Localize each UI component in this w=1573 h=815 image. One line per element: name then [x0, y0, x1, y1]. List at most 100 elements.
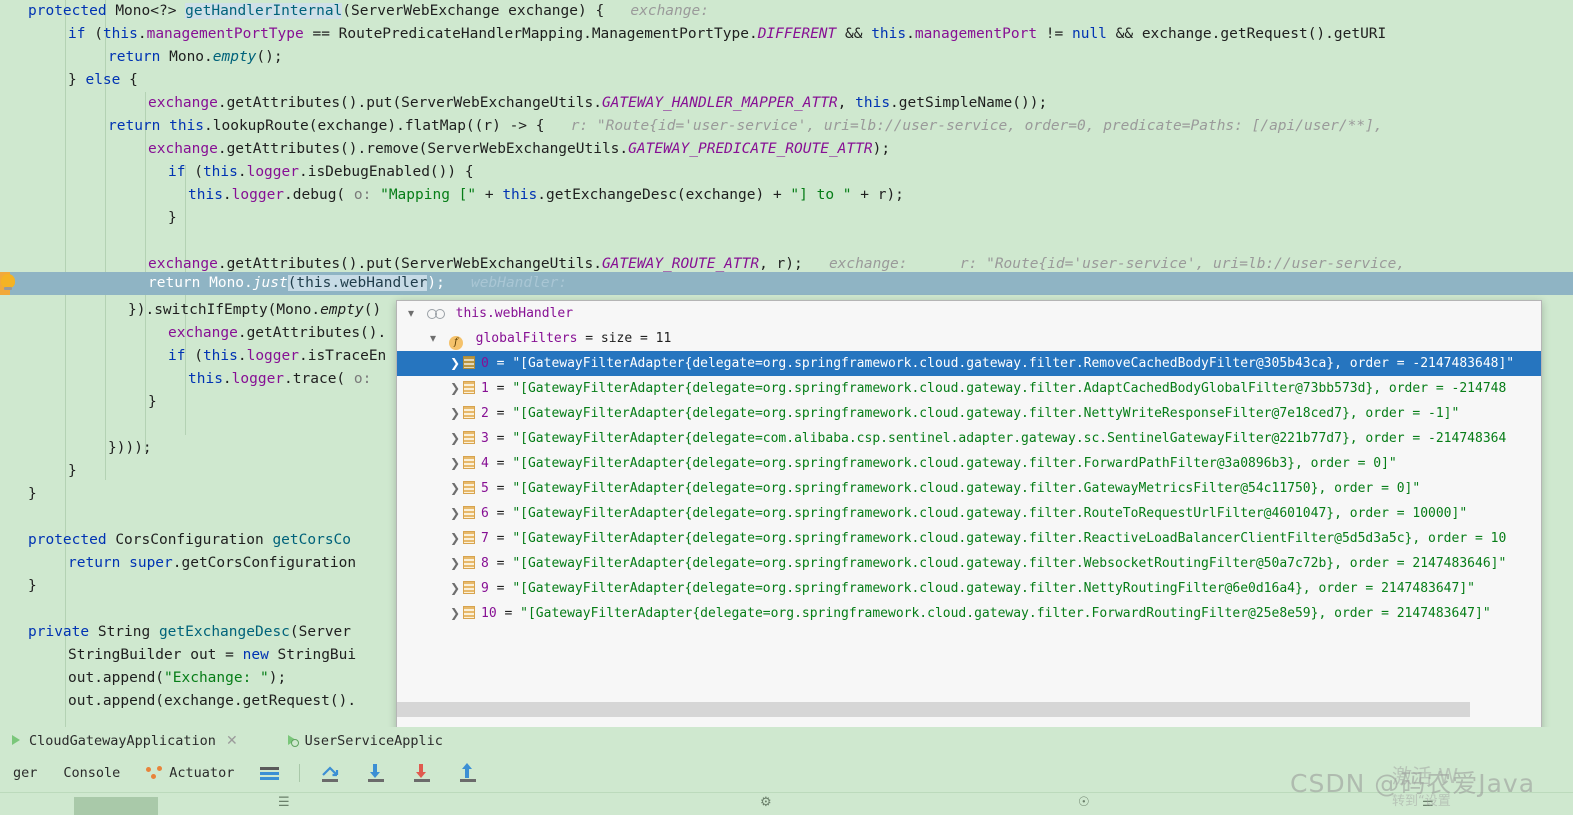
filter-value: "[GatewayFilterAdapter{delegate=org.spri…	[512, 456, 1397, 471]
tree-row-filter[interactable]: ❯ 4 = "[GatewayFilterAdapter{delegate=org…	[397, 451, 1541, 476]
run-tab-cloud-gateway[interactable]: CloudGatewayApplication ✕	[0, 733, 248, 749]
chevron-right-icon[interactable]: ❯	[447, 426, 463, 451]
toolbar-divider	[299, 764, 301, 782]
tree-row-filter[interactable]: ❯ 8 = "[GatewayFilterAdapter{delegate=org…	[397, 551, 1541, 576]
force-step-into-button[interactable]	[399, 764, 445, 782]
filter-equals: =	[488, 406, 513, 421]
popup-horizontal-scrollbar[interactable]	[397, 699, 1541, 720]
filter-equals: =	[488, 556, 513, 571]
code-line: }	[168, 210, 177, 226]
indent-guide	[65, 0, 66, 727]
field-name: globalFilters	[475, 331, 578, 346]
tree-row-filter[interactable]: ❯ 6 = "[GatewayFilterAdapter{delegate=org…	[397, 501, 1541, 526]
code-token: return	[148, 275, 210, 291]
tree-row-root[interactable]: ▾ this.webHandler	[397, 301, 1541, 326]
array-element-icon	[463, 531, 475, 544]
code-line: return super.getCorsConfiguration	[68, 555, 357, 571]
code-line: exchange.getAttributes().remove(ServerWe…	[148, 141, 891, 157]
code-line: out.append(exchange.getRequest().	[68, 693, 357, 709]
variable-inspect-popup[interactable]: ▾ this.webHandler ▾ f globalFilters = si…	[396, 300, 1542, 737]
intention-bulb-icon[interactable]	[1, 274, 15, 290]
debug-toolbar[interactable]: ger Console Actuator	[0, 754, 1573, 792]
tree-row-globalfilters[interactable]: ▾ f globalFilters = size = 11	[397, 326, 1541, 351]
code-line: }	[68, 463, 77, 479]
chevron-right-icon[interactable]: ❯	[447, 451, 463, 476]
actuator-icon	[146, 766, 163, 780]
filter-equals: =	[488, 381, 513, 396]
chevron-right-icon[interactable]: ❯	[447, 376, 463, 401]
array-element-icon	[463, 381, 475, 394]
chevron-right-icon[interactable]: ❯	[447, 501, 463, 526]
chevron-right-icon[interactable]: ❯	[447, 551, 463, 576]
tree-row-filter[interactable]: ❯ 9 = "[GatewayFilterAdapter{delegate=org…	[397, 576, 1541, 601]
code-line: }	[148, 394, 157, 410]
field-equals: =	[585, 331, 594, 346]
code-token: just	[252, 275, 288, 291]
filter-equals: =	[488, 506, 513, 521]
chevron-right-icon[interactable]: ❯	[447, 576, 463, 601]
filter-value: "[GatewayFilterAdapter{delegate=org.spri…	[512, 356, 1515, 371]
status-glyph-2: ⚙	[760, 795, 772, 810]
code-line: StringBuilder out = new StringBui	[68, 647, 357, 663]
filter-index: 10	[481, 606, 497, 621]
step-out-button[interactable]	[445, 763, 491, 782]
code-line: } else {	[68, 72, 138, 88]
filter-value: "[GatewayFilterAdapter{delegate=org.spri…	[512, 481, 1421, 496]
tree-row-filter[interactable]: ❯ 0 = "[GatewayFilterAdapter{delegate=org…	[397, 351, 1541, 376]
chevron-down-icon[interactable]: ▾	[403, 301, 419, 326]
filter-value: "[GatewayFilterAdapter{delegate=org.spri…	[512, 506, 1468, 521]
tree-row-filter[interactable]: ❯ 2 = "[GatewayFilterAdapter{delegate=org…	[397, 401, 1541, 426]
code-token: webHandler:	[444, 275, 568, 291]
code-line: exchange.getAttributes().	[168, 325, 387, 341]
close-icon[interactable]: ✕	[222, 733, 238, 749]
step-over-button[interactable]	[307, 764, 353, 782]
code-line: exchange.getAttributes().put(ServerWebEx…	[148, 95, 1048, 111]
chevron-right-icon[interactable]: ❯	[447, 401, 463, 426]
tab-console[interactable]: Console	[50, 765, 133, 781]
array-element-icon	[463, 606, 475, 619]
array-element-icon	[463, 506, 475, 519]
tree-row-filter[interactable]: ❯ 5 = "[GatewayFilterAdapter{delegate=org…	[397, 476, 1541, 501]
tree-row-filter[interactable]: ❯ 3 = "[GatewayFilterAdapter{delegate=com…	[397, 426, 1541, 451]
status-glyph-1: ☰	[278, 795, 290, 810]
run-tab-user-service[interactable]: UserServiceApplic	[276, 733, 453, 749]
filter-index: 3	[481, 431, 489, 446]
chevron-right-icon[interactable]: ❯	[447, 601, 463, 626]
filter-equals: =	[488, 531, 513, 546]
scrollbar-thumb[interactable]	[397, 702, 1470, 717]
code-token: (this.webHandler	[287, 275, 428, 291]
run-configuration-tabs[interactable]: CloudGatewayApplication ✕ UserServiceApp…	[0, 727, 1573, 754]
code-line: return this.lookupRoute(exchange).flatMa…	[108, 118, 1392, 134]
step-into-button[interactable]	[353, 764, 399, 782]
chevron-right-icon[interactable]: ❯	[447, 526, 463, 551]
code-line: protected Mono<?> getHandlerInternal(Ser…	[28, 3, 709, 19]
filter-equals: =	[488, 481, 513, 496]
filter-value: "[GatewayFilterAdapter{delegate=org.spri…	[512, 381, 1507, 396]
code-line: this.logger.trace( o:	[188, 371, 372, 387]
hamburger-icon	[260, 766, 280, 780]
tab-debugger[interactable]: ger	[0, 765, 50, 781]
filter-index: 1	[481, 381, 489, 396]
step-out-icon	[458, 763, 478, 782]
chevron-right-icon[interactable]: ❯	[447, 476, 463, 501]
array-element-icon	[463, 431, 475, 444]
filter-index: 0	[481, 356, 489, 371]
chevron-down-icon[interactable]: ▾	[425, 326, 441, 351]
array-element-icon	[463, 406, 475, 419]
filter-equals: =	[488, 456, 513, 471]
tree-row-filter[interactable]: ❯ 7 = "[GatewayFilterAdapter{delegate=org…	[397, 526, 1541, 551]
chevron-right-icon[interactable]: ❯	[447, 351, 463, 376]
filter-index: 2	[481, 406, 489, 421]
filter-value: "[GatewayFilterAdapter{delegate=org.spri…	[512, 556, 1507, 571]
array-element-icon	[463, 581, 475, 594]
tree-row-filter[interactable]: ❯ 10 = "[GatewayFilterAdapter{delegate=or…	[397, 601, 1541, 626]
tree-row-filter[interactable]: ❯ 1 = "[GatewayFilterAdapter{delegate=org…	[397, 376, 1541, 401]
layout-settings-button[interactable]	[247, 766, 292, 780]
status-progress-chip	[74, 797, 158, 815]
tab-actuator-label: Actuator	[169, 765, 235, 781]
global-filters-list[interactable]: ❯ 0 = "[GatewayFilterAdapter{delegate=org…	[397, 351, 1541, 626]
tab-actuator[interactable]: Actuator	[133, 765, 247, 781]
code-line: }	[28, 578, 37, 594]
code-line: if (this.managementPortType == RoutePred…	[68, 26, 1387, 42]
tree-row-label: this.webHandler	[455, 306, 574, 321]
